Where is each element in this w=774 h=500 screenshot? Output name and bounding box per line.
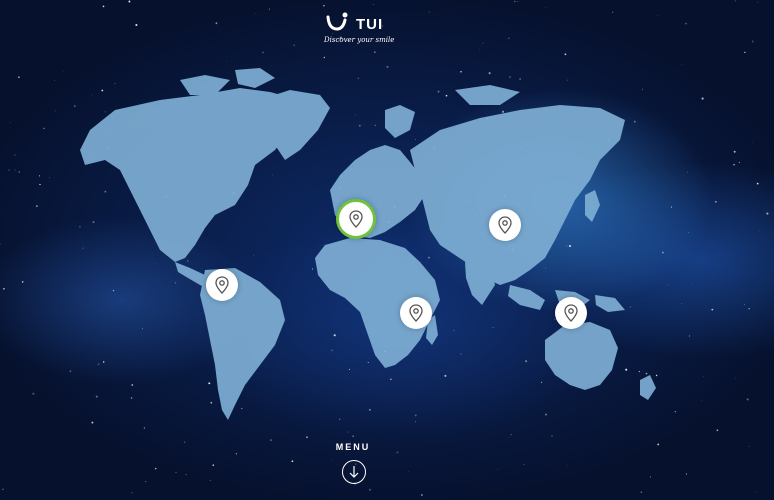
map-pin-icon — [409, 304, 423, 322]
menu-button[interactable] — [342, 460, 366, 484]
brand-name: TUI — [356, 16, 384, 33]
arrow-down-icon — [349, 466, 359, 478]
tui-smile-icon — [326, 12, 348, 31]
map-pin-icon — [564, 304, 578, 322]
continent-australia — [545, 322, 618, 390]
tui-logo[interactable]: TUI Discover your smile — [322, 10, 394, 48]
pin-caribbean[interactable] — [206, 269, 238, 301]
pin-southeast-asia[interactable] — [555, 297, 587, 329]
brand-tagline: Discover your smile — [324, 36, 395, 44]
pin-africa[interactable] — [400, 297, 432, 329]
map-pin-icon — [215, 276, 229, 294]
pin-asia[interactable] — [489, 209, 521, 241]
pin-europe[interactable] — [336, 199, 376, 239]
map-pin-icon — [349, 210, 363, 228]
menu-label[interactable]: MENU — [330, 442, 376, 452]
world-map — [80, 68, 656, 420]
map-pin-icon — [498, 216, 512, 234]
